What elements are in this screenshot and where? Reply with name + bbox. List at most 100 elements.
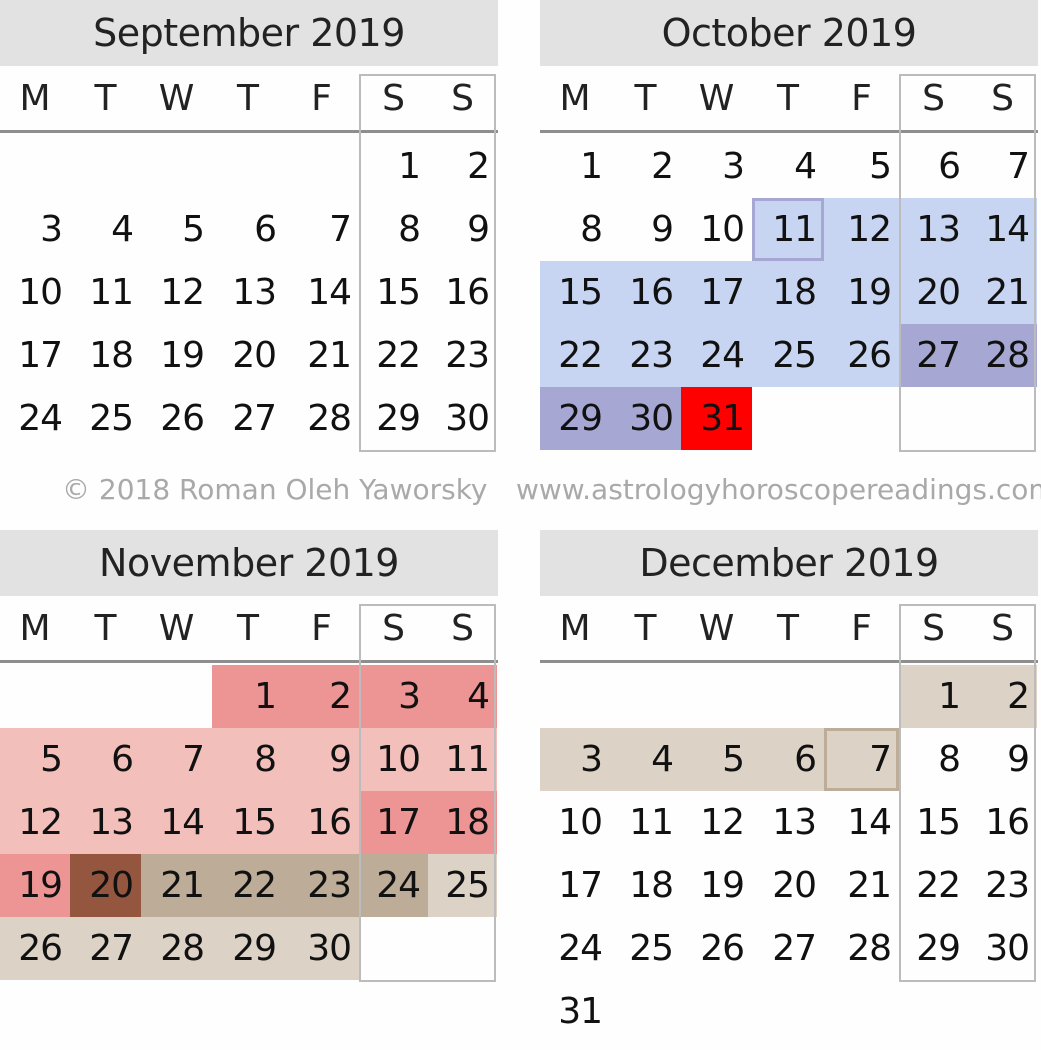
weekday-header: T [237, 78, 259, 119]
day-cell[interactable]: 13 [212, 261, 284, 324]
day-cell[interactable]: 13 [752, 791, 824, 854]
weekday-header: W [698, 78, 735, 119]
day-cell[interactable]: 14 [141, 791, 212, 854]
day-cell[interactable]: 4 [70, 198, 141, 261]
day-cell[interactable]: 21 [284, 324, 359, 387]
day-cell[interactable]: 5 [141, 198, 212, 261]
day-cell[interactable]: 7 [284, 198, 359, 261]
month-calendar: November 2019 M T W T F S S 1 2 3 4 5 6 7 8 9 10 11 12 13 14 1… [0, 530, 498, 1050]
day-cell[interactable]: 27 [70, 917, 141, 980]
day-cell[interactable]: 20 [70, 854, 141, 917]
day-cell[interactable]: 26 [824, 324, 899, 387]
day-cell[interactable]: 5 [681, 728, 752, 791]
day-cell[interactable]: 31 [540, 980, 610, 1043]
month-title: December 2019 [540, 530, 1038, 596]
day-cell[interactable]: 6 [752, 728, 824, 791]
day-cell[interactable]: 3 [540, 728, 610, 791]
day-cell[interactable]: 28 [824, 917, 899, 980]
day-cell[interactable]: 14 [284, 261, 359, 324]
day-cell[interactable]: 10 [540, 791, 610, 854]
day-cell[interactable]: 18 [610, 854, 681, 917]
day-cell[interactable]: 1 [540, 135, 610, 198]
day-cell[interactable]: 19 [0, 854, 70, 917]
day-cell[interactable]: 11 [70, 261, 141, 324]
day-cell[interactable]: 25 [752, 324, 824, 387]
day-cell[interactable]: 9 [610, 198, 681, 261]
day-cell[interactable]: 7 [824, 728, 899, 791]
day-cell[interactable]: 21 [141, 854, 212, 917]
day-cell[interactable]: 30 [284, 917, 359, 980]
day-cell[interactable]: 5 [0, 728, 70, 791]
day-cell[interactable]: 17 [681, 261, 752, 324]
day-cell[interactable]: 19 [824, 261, 899, 324]
day-cell[interactable]: 1 [212, 665, 284, 728]
day-cell[interactable]: 22 [540, 324, 610, 387]
copyright-text: © 2018 Roman Oleh Yaworsky [62, 473, 488, 506]
day-cell[interactable]: 15 [212, 791, 284, 854]
day-cell[interactable]: 26 [0, 917, 70, 980]
day-cell[interactable]: 28 [284, 387, 359, 450]
day-cell[interactable]: 2 [610, 135, 681, 198]
weekend-frame [899, 604, 1036, 982]
day-cell[interactable]: 27 [752, 917, 824, 980]
day-cell[interactable]: 28 [141, 917, 212, 980]
day-cell[interactable]: 17 [0, 324, 70, 387]
weekend-frame [359, 74, 496, 452]
day-cell[interactable]: 15 [540, 261, 610, 324]
day-cell[interactable]: 25 [70, 387, 141, 450]
day-cell[interactable]: 10 [681, 198, 752, 261]
day-cell[interactable]: 12 [141, 261, 212, 324]
day-cell[interactable]: 10 [0, 261, 70, 324]
day-cell[interactable]: 23 [610, 324, 681, 387]
day-cell[interactable]: 5 [824, 135, 899, 198]
day-cell[interactable]: 16 [610, 261, 681, 324]
day-cell[interactable]: 22 [212, 854, 284, 917]
weekday-header: F [311, 608, 332, 649]
day-cell[interactable]: 23 [284, 854, 359, 917]
day-cell[interactable]: 6 [70, 728, 141, 791]
website-text: www.astrologyhoroscopereadings.com [516, 473, 1041, 506]
day-cell[interactable]: 8 [212, 728, 284, 791]
day-cell[interactable]: 19 [141, 324, 212, 387]
weekday-header: M [19, 608, 51, 649]
day-cell[interactable]: 30 [610, 387, 681, 450]
day-cell[interactable]: 18 [70, 324, 141, 387]
day-cell[interactable]: 11 [752, 198, 824, 261]
day-cell[interactable]: 20 [752, 854, 824, 917]
day-cell[interactable]: 7 [141, 728, 212, 791]
day-cell[interactable]: 9 [284, 728, 359, 791]
day-cell[interactable]: 12 [824, 198, 899, 261]
day-cell[interactable]: 2 [284, 665, 359, 728]
day-cell[interactable]: 19 [681, 854, 752, 917]
day-cell[interactable]: 29 [540, 387, 610, 450]
day-cell[interactable]: 3 [0, 198, 70, 261]
day-cell[interactable]: 24 [540, 917, 610, 980]
day-cell[interactable]: 26 [141, 387, 212, 450]
day-cell[interactable]: 17 [540, 854, 610, 917]
day-cell[interactable]: 14 [824, 791, 899, 854]
day-cell[interactable]: 20 [212, 324, 284, 387]
day-cell[interactable]: 4 [752, 135, 824, 198]
day-cell[interactable]: 12 [0, 791, 70, 854]
month-title: September 2019 [0, 0, 498, 66]
day-cell[interactable]: 24 [681, 324, 752, 387]
day-cell[interactable]: 12 [681, 791, 752, 854]
day-cell[interactable]: 21 [824, 854, 899, 917]
day-cell[interactable]: 18 [752, 261, 824, 324]
day-cell[interactable]: 16 [284, 791, 359, 854]
day-cell[interactable]: 24 [0, 387, 70, 450]
day-cell[interactable]: 25 [610, 917, 681, 980]
weekday-header: M [19, 78, 51, 119]
day-cell[interactable]: 13 [70, 791, 141, 854]
day-cell[interactable]: 27 [212, 387, 284, 450]
day-cell[interactable]: 6 [212, 198, 284, 261]
day-cell[interactable]: 8 [540, 198, 610, 261]
day-cell[interactable]: 11 [610, 791, 681, 854]
day-cell[interactable]: 4 [610, 728, 681, 791]
day-cell[interactable]: 31 [681, 387, 752, 450]
day-cell[interactable]: 3 [681, 135, 752, 198]
weekday-header: W [698, 608, 735, 649]
day-cell[interactable]: 26 [681, 917, 752, 980]
weekday-header: T [634, 78, 657, 119]
day-cell[interactable]: 29 [212, 917, 284, 980]
